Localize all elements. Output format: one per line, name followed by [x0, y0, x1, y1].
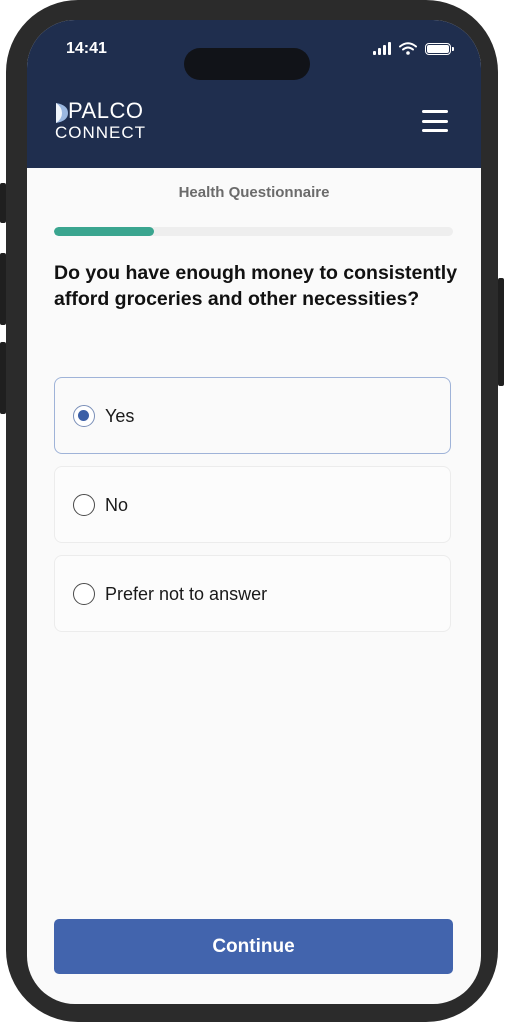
wifi-icon	[399, 42, 417, 55]
radio-button-no[interactable]	[73, 494, 95, 516]
question-text: Do you have enough money to consistently…	[54, 262, 458, 310]
page-title: Health Questionnaire	[178, 184, 330, 201]
option-label: Prefer not to answer	[105, 584, 268, 604]
app-header: 14:41 PALCO CONNECT	[27, 20, 481, 168]
progress-bar	[54, 227, 453, 236]
option-yes[interactable]: Yes	[54, 377, 451, 454]
radio-button-yes[interactable]	[73, 405, 95, 427]
radio-selected-dot	[78, 410, 89, 421]
logo-text-connect: CONNECT	[55, 123, 147, 142]
hamburger-menu-icon[interactable]	[422, 110, 448, 132]
screen: 14:41 PALCO CONNECT Health Questionnaire…	[27, 20, 481, 1004]
dynamic-island	[184, 48, 310, 80]
option-no[interactable]: No	[54, 466, 451, 543]
option-label: No	[105, 495, 129, 515]
progress-fill	[54, 227, 154, 236]
option-prefer-not-to-answer[interactable]: Prefer not to answer	[54, 555, 451, 632]
side-button-volume-down	[0, 342, 6, 414]
continue-button[interactable]: Continue	[54, 919, 453, 974]
side-button-action	[0, 183, 6, 223]
radio-button-prefer-not-to-answer[interactable]	[73, 583, 95, 605]
option-label: Yes	[105, 406, 135, 426]
status-time: 14:41	[66, 40, 107, 57]
logo-text-palco: PALCO	[68, 98, 144, 123]
side-button-volume-up	[0, 253, 6, 325]
side-button-power	[498, 278, 504, 386]
battery-icon	[425, 42, 454, 55]
signal-icon	[373, 42, 391, 55]
status-icons	[373, 42, 454, 55]
